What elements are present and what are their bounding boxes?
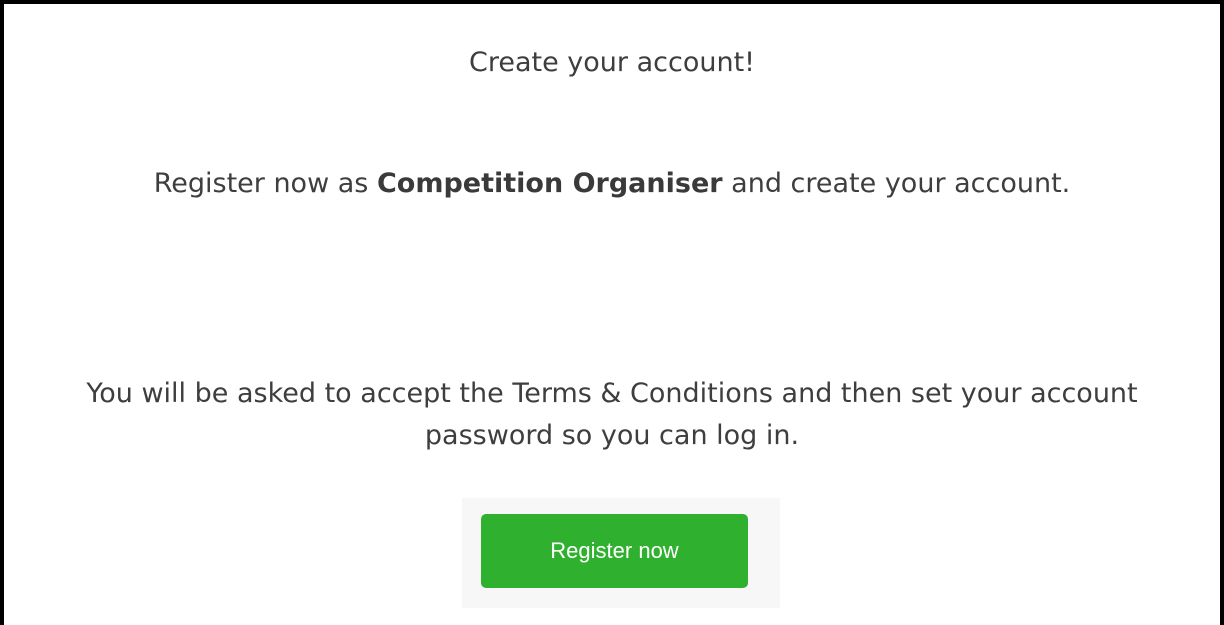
terms-notice: You will be asked to accept the Terms & … — [86, 378, 1138, 451]
register-now-button[interactable]: Register now — [481, 514, 748, 588]
role-name: Competition Organiser — [376, 168, 723, 199]
email-card-frame: Create your account! Register now as Com… — [0, 0, 1224, 625]
intro-text-before: Register now as — [153, 168, 377, 199]
button-panel: Register now — [462, 498, 780, 608]
page-title: Create your account! — [469, 47, 755, 78]
intro-text: Register now as Competition Organiser an… — [4, 164, 1220, 204]
intro-text-after: and create your account. — [722, 168, 1071, 199]
